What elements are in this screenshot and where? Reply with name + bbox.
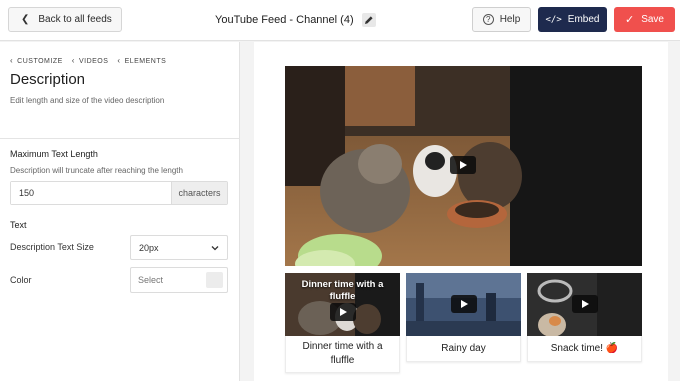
feed-title-group: YouTube Feed - Channel (4): [215, 13, 376, 27]
video-caption-2: Rainy day: [406, 336, 521, 362]
question-icon: ?: [482, 14, 494, 25]
feed-preview: Dinner time with a fluffle Dinner time w…: [254, 42, 668, 381]
characters-unit: characters: [171, 182, 227, 204]
back-to-feeds-button[interactable]: ❮ Back to all feeds: [8, 7, 122, 32]
section-description: Edit length and size of the video descri…: [10, 96, 165, 105]
video-thumbnail-1[interactable]: Dinner time with a fluffle: [285, 273, 400, 336]
section-title: Description: [10, 71, 86, 88]
checkmark-icon: ✓: [624, 14, 635, 26]
play-icon[interactable]: [572, 295, 598, 313]
save-button-label: Save: [641, 14, 664, 25]
embed-button[interactable]: </> Embed: [538, 7, 607, 32]
breadcrumb-customize[interactable]: CUSTOMIZE: [10, 56, 63, 65]
chevron-left-icon: ❮: [21, 14, 30, 25]
max-length-label: Maximum Text Length: [10, 149, 98, 159]
color-label: Color: [10, 275, 32, 285]
customizer-sidebar: CUSTOMIZE VIDEOS ELEMENTS Description Ed…: [0, 42, 240, 381]
play-icon[interactable]: [451, 295, 477, 313]
video-caption-1: Dinner time with a fluffle: [285, 336, 400, 373]
text-size-select[interactable]: 20px: [130, 235, 228, 260]
embed-button-label: Embed: [567, 14, 600, 25]
color-picker[interactable]: Select: [130, 267, 228, 293]
text-section-label: Text: [10, 220, 27, 230]
breadcrumb: CUSTOMIZE VIDEOS ELEMENTS: [10, 56, 175, 65]
max-length-field: characters: [10, 181, 228, 205]
video-thumbnail-2[interactable]: [406, 273, 521, 336]
play-icon[interactable]: [450, 156, 476, 174]
divider: [0, 138, 240, 139]
chevron-down-icon: [211, 246, 219, 251]
text-size-value: 20px: [139, 242, 159, 253]
help-button-label: Help: [499, 14, 521, 25]
edit-title-button[interactable]: [361, 13, 376, 27]
pencil-icon: [364, 16, 373, 24]
help-button[interactable]: ? Help: [472, 7, 531, 32]
video-thumbnail-3[interactable]: [527, 273, 642, 336]
color-placeholder: Select: [138, 275, 164, 285]
breadcrumb-videos[interactable]: VIDEOS: [72, 56, 109, 65]
text-size-label: Description Text Size: [10, 242, 94, 252]
main-video-player[interactable]: [285, 66, 642, 266]
feed-title: YouTube Feed - Channel (4): [215, 14, 354, 26]
back-button-label: Back to all feeds: [38, 14, 112, 25]
play-icon[interactable]: [330, 303, 356, 321]
max-length-help: Description will truncate after reaching…: [10, 166, 183, 175]
max-length-input[interactable]: [11, 182, 171, 204]
code-icon: </>: [545, 14, 562, 25]
save-button[interactable]: ✓ Save: [614, 7, 675, 32]
thumbnail-overlay-title-1: Dinner time with a fluffle: [301, 279, 384, 303]
video-caption-3: Snack time! 🍎: [527, 336, 642, 362]
breadcrumb-elements[interactable]: ELEMENTS: [117, 56, 166, 65]
top-bar: ❮ Back to all feeds YouTube Feed - Chann…: [0, 0, 680, 41]
color-swatch[interactable]: [206, 272, 223, 288]
